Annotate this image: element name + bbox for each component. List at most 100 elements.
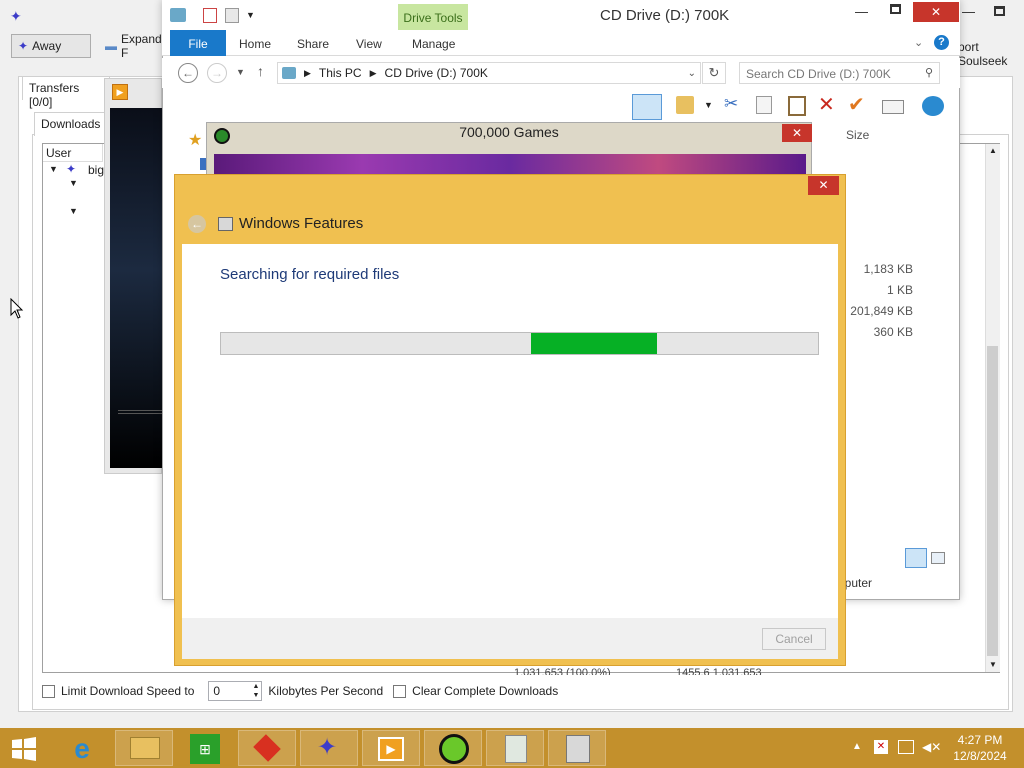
tab-manage[interactable]: Manage — [412, 37, 455, 51]
scroll-down-icon[interactable]: ▼ — [989, 660, 997, 669]
star-icon[interactable]: ★ — [188, 130, 202, 150]
taskbar-media-player[interactable]: ▶ — [362, 730, 420, 766]
store-icon[interactable]: ⊞ — [190, 734, 220, 764]
large-icons-view-icon[interactable] — [931, 552, 945, 564]
outer-maximize-button[interactable] — [994, 6, 1005, 16]
user-column-header[interactable]: User — [43, 144, 103, 162]
seek-bar[interactable] — [118, 410, 162, 414]
help-icon[interactable]: ? — [934, 35, 949, 50]
tab-file[interactable]: File — [170, 30, 226, 56]
tab-downloads[interactable]: Downloads — [34, 112, 106, 136]
clock[interactable]: 4:27 PM 12/8/2024 — [940, 732, 1020, 764]
background-row-text: 1,031,653 (100.0%) — [514, 667, 611, 675]
paste-icon[interactable] — [788, 96, 806, 116]
taskbar-disk[interactable] — [548, 730, 606, 766]
quick-access-dropdown-icon[interactable]: ▼ — [246, 10, 255, 20]
away-icon: ✦ — [18, 39, 29, 53]
tab-share[interactable]: Share — [297, 37, 329, 51]
recent-dropdown-icon[interactable]: ▼ — [236, 67, 245, 77]
tab-view[interactable]: View — [356, 37, 382, 51]
delete-icon[interactable]: ✕ — [818, 92, 835, 117]
close-button[interactable]: ✕ — [913, 2, 959, 22]
breadcrumb-cd-drive[interactable]: CD Drive (D:) 700K — [385, 66, 488, 80]
user-row[interactable]: big — [88, 163, 104, 177]
taskbar-games[interactable] — [424, 730, 482, 766]
rename-icon[interactable]: ✔ — [848, 92, 865, 117]
tab-home[interactable]: Home — [239, 37, 271, 51]
taskbar-file-explorer[interactable] — [115, 730, 173, 766]
recycle-bin-icon — [505, 735, 527, 763]
globe-icon[interactable] — [922, 96, 944, 116]
network-icon[interactable] — [898, 740, 914, 754]
stepper-arrows-icon[interactable]: ▲ ▼ — [252, 682, 259, 700]
dialog-footer — [182, 618, 838, 659]
clear-complete-checkbox[interactable] — [393, 684, 407, 698]
scrollbar-thumb[interactable] — [987, 346, 998, 656]
internet-explorer-icon[interactable]: e — [66, 734, 98, 764]
drive-tools-tab[interactable]: Drive Tools — [398, 4, 468, 30]
away-button[interactable]: ✦ Away — [11, 34, 91, 58]
new-folder-icon[interactable] — [225, 8, 239, 23]
refresh-icon[interactable]: ↻ — [702, 62, 726, 84]
windows-logo-icon — [12, 737, 36, 761]
volume-icon[interactable]: ◀✕ — [922, 740, 941, 754]
clear-complete-label: Clear Complete Downloads — [412, 684, 559, 698]
expand-button[interactable]: ▬ Expand F — [99, 32, 169, 60]
cancel-button[interactable]: Cancel — [762, 628, 826, 650]
expand-arrow-icon[interactable]: ▼ — [69, 178, 78, 188]
outer-minimize-button[interactable]: — — [962, 4, 975, 19]
drive-icon — [170, 8, 186, 22]
address-dropdown-icon[interactable]: ⌄ — [688, 68, 696, 79]
limit-speed-label: Limit Download Speed to — [61, 684, 195, 698]
limit-speed-checkbox[interactable] — [42, 684, 55, 698]
maximize-button[interactable] — [890, 4, 901, 14]
details-view-icon[interactable] — [905, 548, 927, 568]
forward-icon[interactable]: → — [207, 63, 227, 83]
up-icon[interactable]: ↑ — [257, 63, 264, 79]
dialog-close-button[interactable]: ✕ — [808, 176, 839, 195]
breadcrumb-separator-icon: ▶ — [369, 67, 377, 78]
drive-icon — [282, 67, 296, 79]
status-message: Searching for required files — [220, 266, 400, 283]
clock-date: 12/8/2024 — [953, 749, 1007, 763]
breadcrumb-this-pc[interactable]: This PC — [319, 66, 362, 80]
folder-options-icon[interactable] — [676, 96, 694, 114]
view-buttons — [905, 548, 950, 568]
dropdown-icon[interactable]: ▼ — [704, 100, 713, 110]
breadcrumb-separator-icon: ▶ — [304, 67, 311, 78]
tab-transfers[interactable]: Transfers [0/0] — [22, 76, 110, 109]
address-bar[interactable]: ▶ This PC ▶ CD Drive (D:) 700K ⌄ — [277, 62, 701, 84]
search-input[interactable]: Search CD Drive (D:) 700K ⚲ — [739, 62, 940, 84]
start-button[interactable] — [10, 736, 38, 762]
scroll-up-icon[interactable]: ▲ — [989, 146, 997, 155]
ribbon-expand-icon[interactable]: ⌄ — [914, 36, 923, 49]
search-placeholder: Search CD Drive (D:) 700K — [746, 67, 891, 81]
taskbar-recycle[interactable] — [486, 730, 544, 766]
search-icon: ⚲ — [924, 67, 933, 79]
back-icon[interactable]: ← — [188, 215, 206, 233]
progress-bar-fill — [531, 333, 658, 354]
soulseek-bird-icon: ✦ — [317, 734, 338, 761]
video-area[interactable] — [110, 108, 162, 468]
show-hidden-icons-icon[interactable]: ▲ — [852, 741, 862, 752]
expand-arrow-icon[interactable]: ▼ — [49, 164, 58, 174]
windows-features-icon — [218, 217, 233, 231]
layout-pane-icon[interactable] — [632, 94, 662, 120]
back-icon[interactable]: ← — [178, 63, 198, 83]
cut-icon[interactable]: ✂ — [724, 94, 738, 114]
red-app-icon — [253, 734, 281, 762]
copy-icon[interactable] — [756, 96, 772, 114]
taskbar-red-app[interactable] — [238, 730, 296, 766]
games-close-button[interactable]: ✕ — [782, 124, 812, 142]
speed-stepper[interactable]: 0 ▲ ▼ — [208, 681, 263, 701]
taskbar-soulseek[interactable]: ✦ — [300, 730, 358, 766]
support-soulseek-label[interactable]: port Soulseek — [958, 40, 1024, 68]
action-center-icon[interactable]: ✕ — [874, 740, 888, 754]
kbps-label: Kilobytes Per Second — [268, 684, 384, 698]
size-column-header[interactable]: Size — [846, 128, 869, 142]
properties-icon[interactable] — [203, 8, 217, 23]
minimize-button[interactable]: — — [855, 4, 868, 19]
properties-icon[interactable] — [882, 100, 904, 114]
expand-arrow-icon[interactable]: ▼ — [69, 206, 78, 216]
soulseek-icon: ✦ — [10, 8, 22, 24]
